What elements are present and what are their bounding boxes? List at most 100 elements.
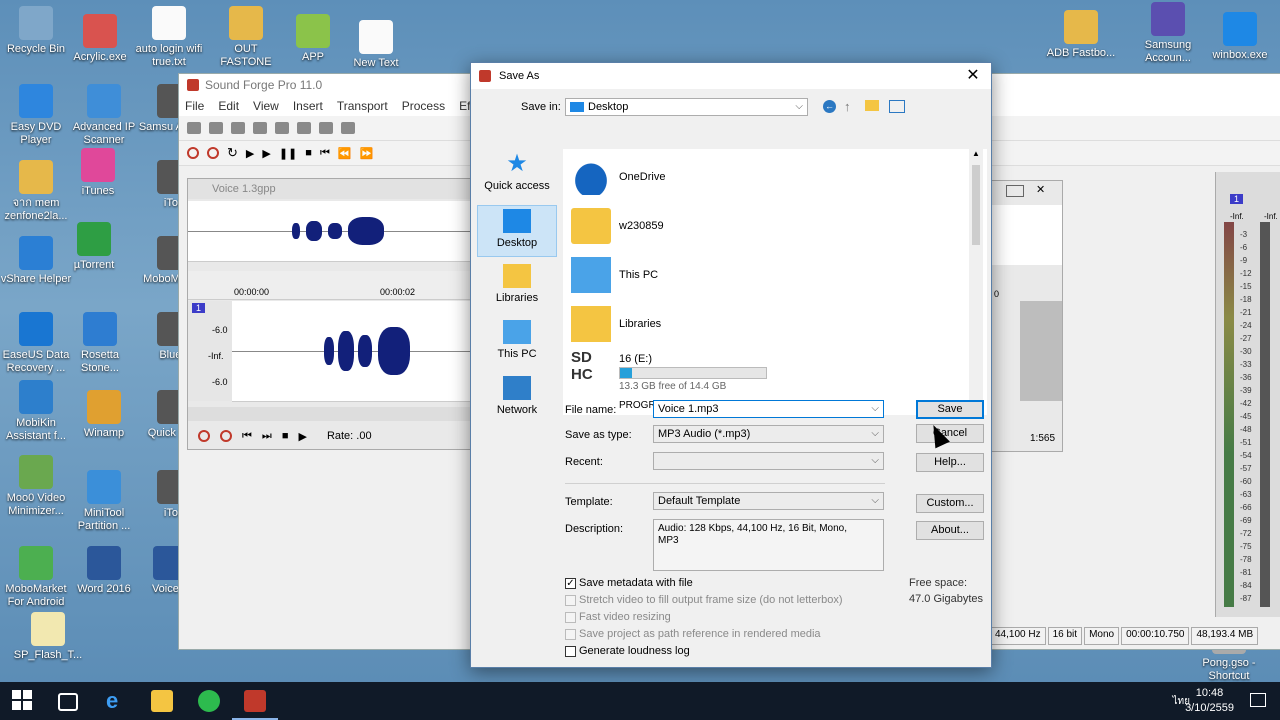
edge-icon[interactable]: e [106, 690, 128, 712]
close-data-window-icon[interactable]: ✕ [1036, 183, 1045, 196]
desktop-icon-item[interactable]: winbox.exe [1204, 12, 1276, 62]
desktop-icon-item[interactable]: Acrylic.exe [64, 14, 136, 64]
desktop-icon-item[interactable]: Moo0 Video Minimizer... [0, 455, 72, 518]
desktop-icon-item[interactable]: APP [277, 14, 349, 64]
dialog-titlebar[interactable]: Save As ✕ [471, 63, 991, 89]
place-desktop[interactable]: Desktop [477, 205, 557, 257]
rewind-icon[interactable]: ⏪ [338, 147, 352, 160]
place-libraries[interactable]: Libraries [477, 261, 557, 313]
desktop-icon-item[interactable]: Winamp [68, 390, 140, 440]
file-explorer-icon[interactable] [151, 690, 173, 712]
desktop-icon-item[interactable]: Rosetta Stone... [64, 312, 136, 375]
about-button[interactable]: About... [916, 521, 984, 540]
help-button[interactable]: Help... [916, 453, 984, 472]
save-icon[interactable] [231, 122, 245, 134]
horizontal-scrollbar[interactable] [188, 407, 478, 421]
list-item[interactable]: OneDrive [571, 157, 665, 197]
file-list[interactable]: OneDrive w230859 This PC Libraries SD HC… [563, 149, 987, 415]
open-icon[interactable] [209, 122, 223, 134]
save-type-select[interactable]: MP3 Audio (*.mp3) ⌵ [653, 425, 884, 443]
desktop-icon-item[interactable]: Recycle Bin [0, 6, 72, 56]
paste-icon[interactable] [341, 122, 355, 134]
notifications-icon[interactable] [1250, 693, 1266, 707]
list-item[interactable]: Libraries [571, 304, 661, 344]
desktop-icon-item[interactable]: Word 2016 [68, 546, 140, 596]
save-all-icon[interactable] [253, 122, 267, 134]
desktop-icon-item[interactable]: MobiKin Assistant f... [0, 380, 72, 443]
file-list-scrollbar[interactable]: ▲ ▼ [969, 149, 983, 415]
loop-icon[interactable]: ↻ [227, 145, 238, 161]
scroll-up-icon[interactable]: ▲ [972, 149, 980, 158]
copy-icon[interactable] [319, 122, 333, 134]
desktop-icon-item[interactable]: MoboMarket For Android [0, 546, 72, 609]
up-folder-icon[interactable]: ↑ [844, 99, 851, 114]
menu-process[interactable]: Process [402, 99, 445, 113]
windows-start-icon[interactable] [12, 690, 34, 712]
dw-next-icon[interactable]: ⏭ [262, 430, 272, 443]
custom-button[interactable]: Custom... [916, 494, 984, 513]
desktop-icon-item[interactable]: iTunes [62, 148, 134, 198]
template-select[interactable]: Default Template ⌵ [653, 492, 884, 510]
desktop-icon-item[interactable]: ADB Fastbo... [1045, 10, 1117, 60]
save-button[interactable]: Save [916, 400, 984, 419]
place-network[interactable]: Network [477, 373, 557, 425]
data-window-title[interactable]: Voice 1.3gpp [188, 179, 478, 199]
save-in-combo[interactable]: Desktop ⌵ [565, 98, 808, 116]
dw-prev-icon[interactable]: ⏮ [242, 430, 252, 443]
desktop-icon-item[interactable]: EaseUS Data Recovery ... [0, 312, 72, 375]
desktop-icon-item[interactable]: Advanced IP Scanner [68, 84, 140, 147]
place-this-pc[interactable]: This PC [477, 317, 557, 369]
play-icon[interactable]: ▶ [262, 147, 270, 160]
new-icon[interactable] [187, 122, 201, 134]
menu-view[interactable]: View [253, 99, 279, 113]
record-icon[interactable] [187, 147, 199, 159]
line-icon[interactable] [198, 690, 220, 712]
desktop-icon-item[interactable]: Samsung Accoun... [1132, 2, 1204, 65]
pause-icon[interactable]: ❚❚ [279, 147, 297, 160]
desktop-icon-item[interactable]: OUT FASTONE [210, 6, 282, 69]
desktop-icon-item[interactable]: New Text [340, 20, 412, 70]
main-waveform[interactable] [232, 301, 478, 402]
menu-file[interactable]: File [185, 99, 204, 113]
render-icon[interactable] [275, 122, 289, 134]
desktop-icon-item[interactable]: MiniTool Partition ... [68, 470, 140, 533]
list-item[interactable]: w230859 [571, 206, 664, 246]
go-start-icon[interactable]: ⏮ [320, 147, 330, 160]
fast-video-checkbox[interactable] [565, 612, 576, 623]
new-folder-icon[interactable] [865, 100, 879, 111]
task-view-icon[interactable] [58, 693, 78, 711]
menu-transport[interactable]: Transport [337, 99, 388, 113]
list-item[interactable]: This PC [571, 255, 658, 295]
stretch-video-checkbox[interactable] [565, 595, 576, 606]
desktop-icon-item[interactable]: µTorrent [58, 222, 130, 272]
recent-select[interactable]: ⌵ [653, 452, 884, 470]
record-loop-icon[interactable] [207, 147, 219, 159]
clock[interactable]: 10:48 3/10/2559 [1185, 686, 1234, 716]
close-icon[interactable]: ✕ [961, 65, 985, 87]
dw-play-icon[interactable]: ▶ [298, 430, 306, 443]
dw-record-loop-icon[interactable] [220, 430, 232, 442]
desktop-icon-item[interactable]: Easy DVD Player [0, 84, 72, 147]
place-quick-access[interactable]: ★ Quick access [477, 149, 557, 201]
menu-insert[interactable]: Insert [293, 99, 323, 113]
dw-record-icon[interactable] [198, 430, 210, 442]
sound-forge-taskbar-icon[interactable] [244, 690, 266, 712]
loudness-log-checkbox[interactable] [565, 646, 576, 657]
menu-edit[interactable]: Edit [218, 99, 239, 113]
cancel-button[interactable]: Cancel [916, 424, 984, 443]
restore-window-icon[interactable] [1006, 185, 1024, 197]
forward-icon[interactable]: ⏩ [360, 147, 374, 160]
drive-item[interactable]: SD HC 16 (E:) 13.3 GB free of 14.4 GB [571, 349, 961, 397]
view-menu-icon[interactable] [889, 100, 905, 113]
desktop-icon-item[interactable]: SP_Flash_T... [12, 612, 84, 662]
stop-icon[interactable]: ■ [305, 147, 312, 159]
dw-stop-icon[interactable]: ■ [282, 430, 289, 442]
file-name-input[interactable]: Voice 1.mp3 ⌵ [653, 400, 884, 418]
cut-icon[interactable] [297, 122, 311, 134]
overview-waveform[interactable] [188, 201, 478, 262]
back-icon[interactable]: ← [823, 100, 836, 113]
save-metadata-checkbox[interactable]: ✓ [565, 578, 576, 589]
desktop-icon-item[interactable]: auto login wifi true.txt [133, 6, 205, 69]
play-all-icon[interactable]: ▶ [246, 147, 254, 160]
path-reference-checkbox[interactable] [565, 629, 576, 640]
